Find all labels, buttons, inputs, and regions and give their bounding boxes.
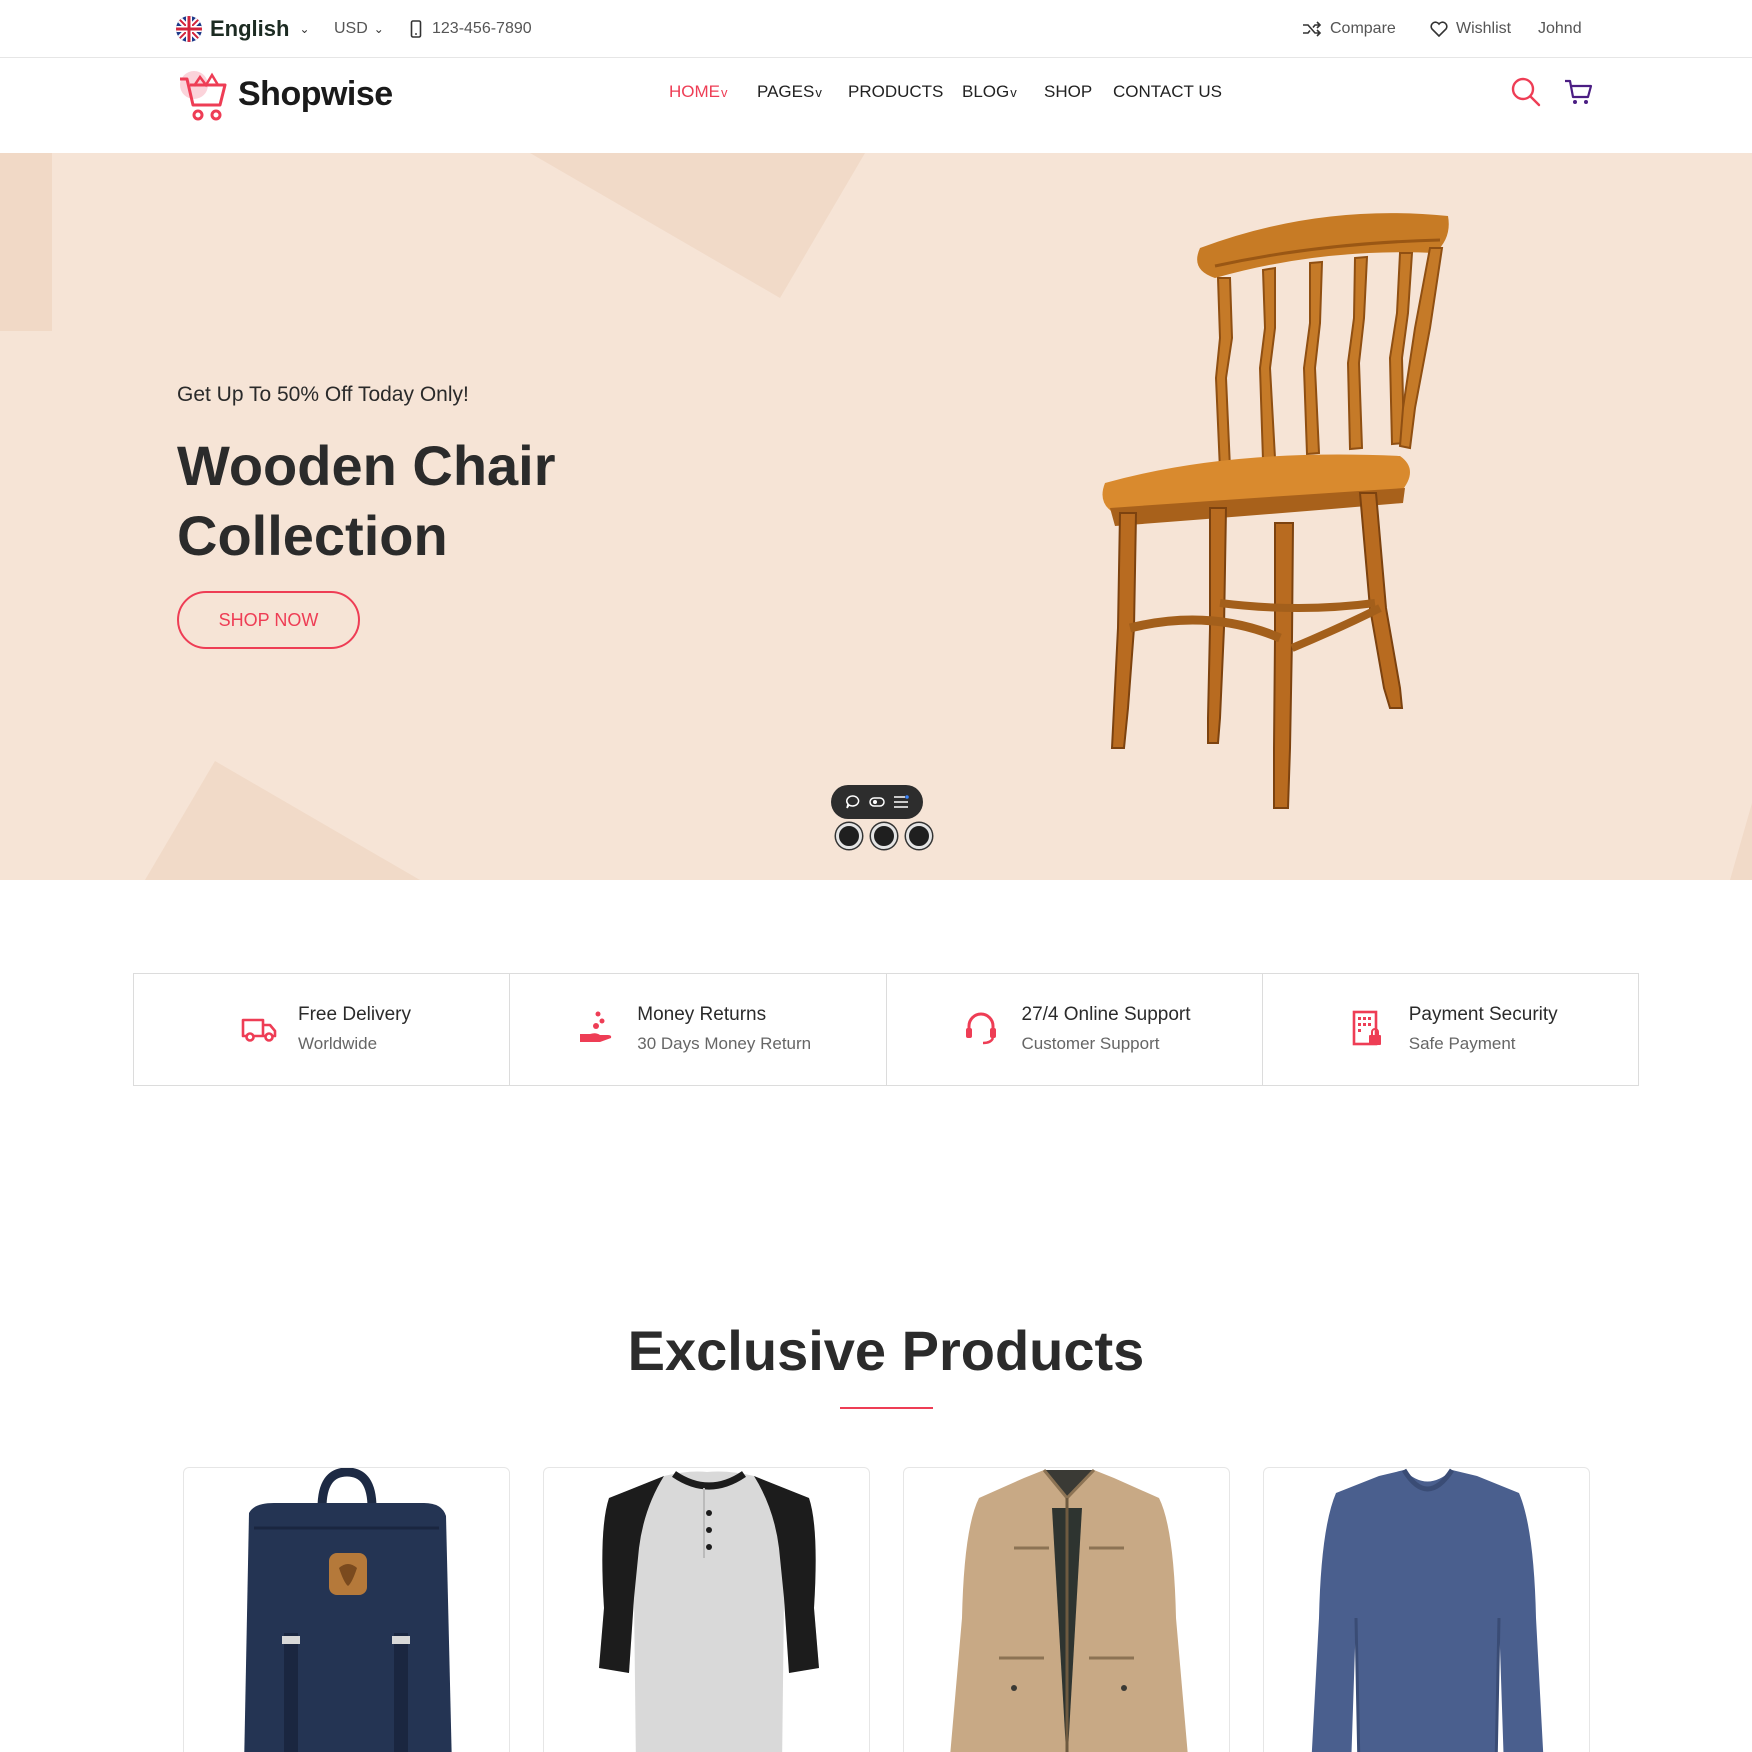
nav-blog-label: BLOG <box>962 82 1010 101</box>
product-card[interactable] <box>183 1467 510 1752</box>
product-card[interactable] <box>1263 1467 1590 1752</box>
nav-home[interactable]: HOMEv <box>669 82 728 102</box>
service-title: Money Returns <box>637 1004 767 1025</box>
secure-building-icon <box>1352 1010 1381 1046</box>
compare-label: Compare <box>1330 20 1396 37</box>
nav-blog[interactable]: BLOGv <box>962 82 1017 102</box>
shuffle-icon <box>1303 21 1322 37</box>
nav-contact-us[interactable]: CONTACT US <box>1113 82 1222 102</box>
raglan-shirt-icon <box>599 1471 819 1752</box>
nav-pages[interactable]: PAGESv <box>757 82 822 102</box>
shopping-cart-logo-icon <box>180 71 227 121</box>
service-features: Free Delivery Worldwide Money Returns 30… <box>133 973 1639 1086</box>
search-button[interactable] <box>1510 76 1542 108</box>
service-online-support: 27/4 Online Support Customer Support <box>887 974 1263 1085</box>
headset-icon <box>965 1012 996 1045</box>
user-account-link[interactable]: Johnd <box>1538 0 1582 58</box>
service-payment-security: Payment Security Safe Payment <box>1263 974 1638 1085</box>
service-subtitle: 30 Days Money Return <box>637 1034 812 1053</box>
service-title: Free Delivery <box>298 1004 411 1025</box>
slide-dot[interactable] <box>871 823 897 849</box>
section-divider <box>840 1407 933 1409</box>
cart-icon <box>1565 79 1593 104</box>
chevron-down-icon: v <box>1010 85 1017 100</box>
search-icon <box>1511 77 1541 107</box>
heart-icon <box>1430 21 1448 37</box>
sweater-icon <box>1311 1468 1544 1752</box>
chevron-down-icon: v <box>721 85 728 100</box>
toggle-icon[interactable] <box>869 794 885 810</box>
chevron-down-icon: v <box>815 85 822 100</box>
hero-slider: Get Up To 50% Off Today Only! Wooden Cha… <box>0 153 1752 880</box>
phone-contact: 123-456-7890 <box>410 0 532 58</box>
nav-contact-label: CONTACT US <box>1113 82 1222 101</box>
main-header: Shopwise HOMEv PAGESv PRODUCTS BLOGv SHO… <box>0 58 1752 153</box>
nav-products[interactable]: PRODUCTS <box>848 82 943 102</box>
floating-toolbar[interactable] <box>831 785 923 819</box>
list-icon[interactable] <box>893 794 909 810</box>
language-selector[interactable]: English ⌄ <box>176 0 310 58</box>
slide-dot[interactable] <box>906 823 932 849</box>
nav-shop[interactable]: SHOP <box>1044 82 1092 102</box>
currency-label: USD <box>334 20 368 37</box>
shop-now-button[interactable]: SHOP NOW <box>177 591 360 649</box>
section-title: Exclusive Products <box>627 1319 1145 1382</box>
chevron-down-icon: ⌄ <box>299 22 310 36</box>
uk-flag-icon <box>176 16 202 42</box>
nav-pages-label: PAGES <box>757 82 815 101</box>
slide-dot[interactable] <box>836 823 862 849</box>
service-subtitle: Safe Payment <box>1408 1034 1516 1053</box>
currency-selector[interactable]: USD ⌄ <box>334 0 384 58</box>
nav-products-label: PRODUCTS <box>848 82 944 101</box>
compare-link[interactable]: Compare <box>1302 0 1396 58</box>
wishlist-label: Wishlist <box>1456 20 1512 37</box>
language-label: English <box>210 16 290 41</box>
backpack-icon <box>244 1468 452 1752</box>
brand-name: Shopwise <box>238 74 393 113</box>
hero-title: Wooden Chair Collection <box>177 434 556 567</box>
cart-button[interactable] <box>1563 77 1593 107</box>
mobile-phone-icon <box>410 20 422 38</box>
delivery-truck-icon <box>241 1018 277 1042</box>
nav-shop-label: SHOP <box>1044 82 1093 101</box>
wishlist-link[interactable]: Wishlist <box>1430 0 1511 58</box>
hero-subtitle: Get Up To 50% Off Today Only! <box>177 383 469 406</box>
jacket-icon <box>950 1468 1188 1752</box>
product-card[interactable] <box>903 1467 1230 1752</box>
product-card[interactable] <box>543 1467 870 1752</box>
service-title: Payment Security <box>1408 1004 1558 1025</box>
username: Johnd <box>1538 20 1582 37</box>
service-subtitle: Customer Support <box>1021 1034 1160 1053</box>
phone-number: 123-456-7890 <box>432 20 532 37</box>
service-free-delivery: Free Delivery Worldwide <box>134 974 511 1085</box>
slider-pagination <box>836 823 932 849</box>
wooden-chair-image <box>1102 213 1449 809</box>
chevron-down-icon: ⌄ <box>373 22 384 36</box>
top-bar: English ⌄ USD ⌄ 123-456-7890 Compare Wis… <box>0 0 1752 58</box>
comment-icon[interactable] <box>845 794 861 810</box>
brand-logo[interactable]: Shopwise <box>176 64 393 124</box>
service-subtitle: Worldwide <box>298 1034 378 1053</box>
service-title: 27/4 Online Support <box>1021 1004 1191 1025</box>
money-hand-icon <box>580 1011 612 1042</box>
nav-home-label: HOME <box>669 82 720 101</box>
service-money-returns: Money Returns 30 Days Money Return <box>510 974 887 1085</box>
